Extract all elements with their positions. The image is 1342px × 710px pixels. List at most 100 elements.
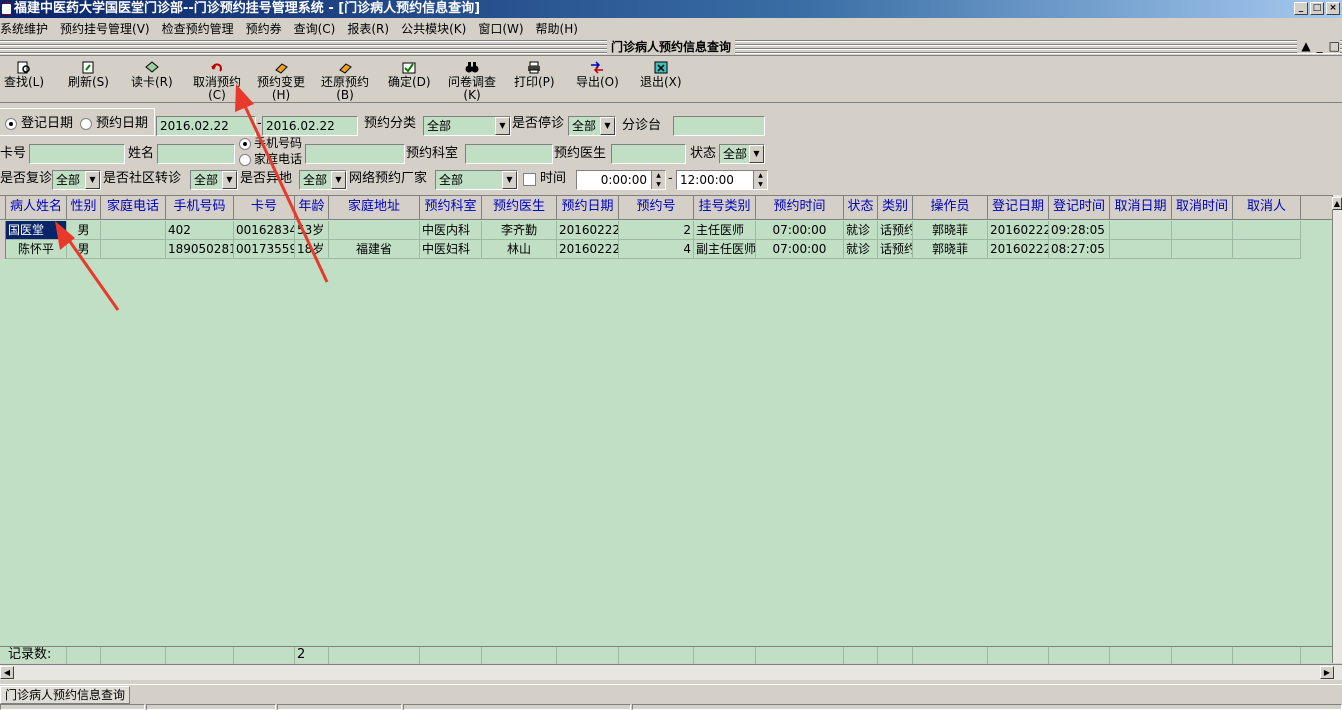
time-checkbox[interactable] xyxy=(523,173,536,186)
header-card[interactable]: 卡号 xyxy=(234,196,295,220)
vertical-scrollbar[interactable]: ▲ xyxy=(1332,195,1342,663)
header-appt-date[interactable]: 预约日期 xyxy=(557,196,619,220)
mobile-radio[interactable] xyxy=(239,138,251,150)
cell-operator[interactable]: 郭晓菲 xyxy=(913,240,988,259)
header-appt-time[interactable]: 预约时间 xyxy=(756,196,844,220)
header-age[interactable]: 年龄 xyxy=(295,196,329,220)
cell-appt-time[interactable]: 07:00:00 xyxy=(756,221,844,240)
cell-appt-date[interactable]: 20160222 xyxy=(557,240,619,259)
child-maximize-button[interactable]: □ xyxy=(1329,39,1340,53)
table-row[interactable]: 国医堂 男 402 00162834 53岁 中医内科 李齐勤 20160222… xyxy=(0,221,1332,240)
header-dept[interactable]: 预约科室 xyxy=(420,196,482,220)
header-cancel-date[interactable]: 取消日期 xyxy=(1110,196,1172,220)
header-mobile[interactable]: 手机号码 xyxy=(166,196,234,220)
change-appointment-button[interactable]: 预约变更 (H) xyxy=(257,61,305,102)
cell-reg-date[interactable]: 20160222 xyxy=(988,221,1049,240)
cell-state[interactable]: 就诊 xyxy=(844,221,878,240)
stop-select[interactable]: 全部 ▼ xyxy=(568,116,616,136)
horizontal-scrollbar[interactable]: ◀ ▶ xyxy=(0,664,1342,680)
menu-coupon[interactable]: 预约券 xyxy=(246,20,288,37)
cell-canceller[interactable] xyxy=(1233,221,1301,240)
cell-age[interactable]: 18岁 xyxy=(295,240,329,259)
close-button[interactable]: × xyxy=(1326,2,1340,15)
chevron-down-icon[interactable]: ▼ xyxy=(600,117,615,135)
cell-doctor[interactable]: 李齐勤 xyxy=(482,221,557,240)
name-field[interactable] xyxy=(157,144,235,164)
menu-help[interactable]: 帮助(H) xyxy=(536,20,584,37)
cell-card[interactable]: 00162834 xyxy=(234,221,295,240)
doctor-field[interactable] xyxy=(611,144,686,164)
header-cancel-time[interactable]: 取消时间 xyxy=(1172,196,1233,220)
cell-appt-no[interactable]: 2 xyxy=(619,221,694,240)
menu-window[interactable]: 窗口(W) xyxy=(478,20,529,37)
cell-canceller[interactable] xyxy=(1233,240,1301,259)
home-phone-radio[interactable] xyxy=(239,154,251,166)
cell-address[interactable] xyxy=(329,221,420,240)
menu-public[interactable]: 公共模块(K) xyxy=(401,20,472,37)
restore-appointment-button[interactable]: 还原预约 (B) xyxy=(321,61,369,102)
status-select[interactable]: 全部 ▼ xyxy=(719,144,765,164)
scroll-left-icon[interactable]: ◀ xyxy=(0,666,14,679)
menu-exam[interactable]: 检查预约管理 xyxy=(162,20,240,37)
cell-mobile[interactable]: 402 xyxy=(166,221,234,240)
cell-gender[interactable]: 男 xyxy=(67,240,101,259)
child-up-button[interactable]: ▲ xyxy=(1301,39,1310,53)
cell-appt-date[interactable]: 20160222 xyxy=(557,221,619,240)
chevron-down-icon[interactable]: ▼ xyxy=(331,171,346,189)
cell-card[interactable]: 00173559 xyxy=(234,240,295,259)
spin-icon[interactable]: ▲ ▼ xyxy=(753,171,767,189)
header-reg-type[interactable]: 挂号类别 xyxy=(694,196,756,220)
refresh-button[interactable]: 刷新(S) xyxy=(68,61,109,89)
appt-type-select[interactable]: 全部 ▼ xyxy=(423,116,511,136)
cell-mobile[interactable]: 18905028186 xyxy=(166,240,234,259)
time-from-field[interactable]: 0:00:00 ▲ ▼ xyxy=(576,170,666,190)
menu-appointment[interactable]: 预约挂号管理(V) xyxy=(60,20,156,37)
header-appt-no[interactable]: 预约号 xyxy=(619,196,694,220)
cell-reg-type[interactable]: 副主任医师 xyxy=(694,240,756,259)
header-gender[interactable]: 性别 xyxy=(67,196,101,220)
header-operator[interactable]: 操作员 xyxy=(913,196,988,220)
child-minimize-button[interactable]: _ xyxy=(1317,39,1323,53)
cell-patient-name[interactable]: 国医堂 xyxy=(6,221,67,240)
chevron-down-icon[interactable]: ▼ xyxy=(495,117,510,135)
window-tab-query[interactable]: 门诊病人预约信息查询 xyxy=(0,686,131,704)
exit-button[interactable]: 退出(X) xyxy=(640,61,682,89)
community-select[interactable]: 全部 ▼ xyxy=(190,170,238,190)
cell-reg-date[interactable]: 20160222 xyxy=(988,240,1049,259)
card-field[interactable] xyxy=(29,144,125,164)
remote-select[interactable]: 全部 ▼ xyxy=(299,170,347,190)
spin-icon[interactable]: ▲ ▼ xyxy=(651,171,665,189)
chevron-down-icon[interactable]: ▼ xyxy=(85,171,100,189)
menu-query[interactable]: 查询(C) xyxy=(294,20,342,37)
header-doctor[interactable]: 预约医生 xyxy=(482,196,557,220)
header-reg-time[interactable]: 登记时间 xyxy=(1049,196,1110,220)
read-card-button[interactable]: 读卡(R) xyxy=(131,61,173,89)
header-home-phone[interactable]: 家庭电话 xyxy=(101,196,166,220)
minimize-button[interactable]: _ xyxy=(1294,2,1308,15)
time-to-field[interactable]: 12:00:00 ▲ ▼ xyxy=(676,170,768,190)
chevron-down-icon[interactable]: ▼ xyxy=(222,171,237,189)
menu-report[interactable]: 报表(R) xyxy=(347,20,395,37)
cell-category[interactable]: 话预约 xyxy=(878,240,913,259)
scroll-up-icon[interactable]: ▲ xyxy=(1332,197,1342,210)
maximize-button[interactable]: □ xyxy=(1310,2,1324,15)
print-button[interactable]: 打印(P) xyxy=(514,61,555,89)
appt-date-radio[interactable] xyxy=(80,118,92,130)
cell-appt-time[interactable]: 07:00:00 xyxy=(756,240,844,259)
confirm-button[interactable]: 确定(D) xyxy=(388,61,431,89)
cell-cancel-date[interactable] xyxy=(1110,240,1172,259)
cell-doctor[interactable]: 林山 xyxy=(482,240,557,259)
cell-cancel-date[interactable] xyxy=(1110,221,1172,240)
cell-appt-no[interactable]: 4 xyxy=(619,240,694,259)
cell-cancel-time[interactable] xyxy=(1172,240,1233,259)
cell-age[interactable]: 53岁 xyxy=(295,221,329,240)
table-row[interactable]: 陈怀平 男 18905028186 00173559 18岁 福建省 中医妇科 … xyxy=(0,240,1332,259)
reg-date-radio[interactable] xyxy=(5,118,17,130)
dept-field[interactable] xyxy=(465,144,553,164)
cell-patient-name[interactable]: 陈怀平 xyxy=(6,240,67,259)
cell-cancel-time[interactable] xyxy=(1172,221,1233,240)
cell-reg-time[interactable]: 09:28:05 xyxy=(1049,221,1110,240)
cell-address[interactable]: 福建省 xyxy=(329,240,420,259)
survey-button[interactable]: 问卷调查 (K) xyxy=(448,61,496,102)
header-patient-name[interactable]: 病人姓名 xyxy=(6,196,67,220)
